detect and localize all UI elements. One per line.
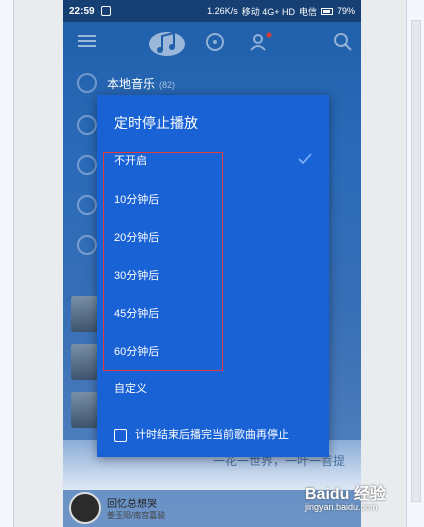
- check-icon: [298, 153, 312, 165]
- search-icon[interactable]: [333, 32, 353, 52]
- music-note-icon: [77, 73, 97, 93]
- watermark: Baidu 经验 jingyan.baidu.com: [305, 470, 415, 520]
- menu-icon[interactable]: [77, 32, 97, 50]
- discover-icon[interactable]: [205, 32, 225, 52]
- watermark-url: jingyan.baidu.com: [305, 502, 378, 512]
- watermark-brand: Baidu 经验: [305, 486, 386, 503]
- friends-icon[interactable]: [249, 32, 273, 52]
- album-art[interactable]: [69, 492, 101, 524]
- music-library-icon[interactable]: [147, 24, 187, 58]
- play-circle-icon: [77, 115, 97, 135]
- window-scrollbar[interactable]: [406, 0, 424, 527]
- radio-icon: [77, 195, 97, 215]
- playlist-thumb[interactable]: [71, 344, 99, 380]
- annotation-highlight-box: [103, 152, 223, 371]
- download-icon: [77, 155, 97, 175]
- status-time: 22:59: [69, 5, 95, 17]
- carrier-secondary: 电信: [298, 6, 317, 17]
- network-speed: 1.26K/s: [207, 6, 238, 16]
- playlist-thumb[interactable]: [71, 392, 99, 428]
- local-music-count: (82): [159, 80, 176, 90]
- finish-song-option[interactable]: 计时结束后播完当前歌曲再停止: [114, 426, 289, 444]
- carrier-primary: 移动 4G+ HD: [241, 6, 295, 17]
- now-playing-title: 回忆总想哭: [107, 499, 157, 510]
- now-playing-artist: 姜玉阳/南宫嘉骏: [107, 511, 166, 520]
- option-label: 自定义: [114, 383, 147, 395]
- battery-level: 79%: [336, 6, 355, 16]
- finish-song-checkbox[interactable]: [114, 428, 127, 442]
- notification-icon: [100, 6, 111, 16]
- finish-song-label: 计时结束后播完当前歌曲再停止: [135, 429, 289, 442]
- favorite-icon: [77, 235, 97, 255]
- window-left-edge: [0, 0, 14, 527]
- status-bar: 22:59 1.26K/s 移动 4G+ HD 电信 79%: [63, 0, 361, 22]
- top-nav-bar: [63, 22, 361, 62]
- timer-option-custom[interactable]: 自定义: [114, 377, 314, 401]
- battery-icon: [320, 7, 333, 15]
- local-music-label: 本地音乐: [107, 77, 156, 91]
- dialog-title: 定时停止播放: [114, 115, 198, 131]
- playlist-thumb[interactable]: [71, 296, 99, 332]
